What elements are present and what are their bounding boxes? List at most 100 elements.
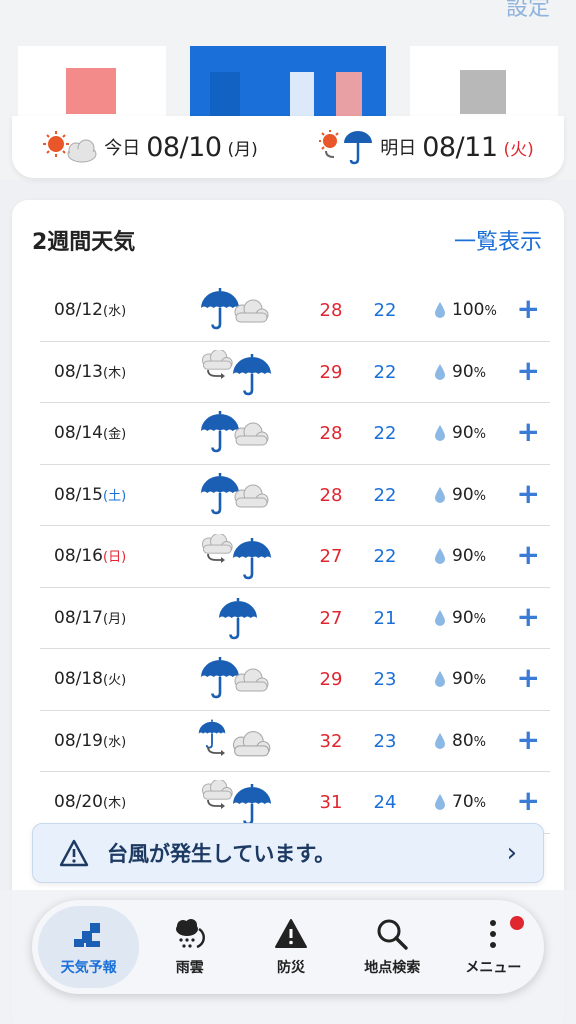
high-temperature: 28 bbox=[319, 423, 343, 444]
forecast-date: 08/19(水) bbox=[54, 731, 126, 751]
expand-plus-icon[interactable]: + bbox=[517, 415, 540, 448]
blurred-card-left bbox=[18, 46, 166, 118]
expand-plus-icon[interactable]: + bbox=[517, 784, 540, 817]
notification-badge bbox=[510, 916, 525, 930]
section-title: 2週間天気 bbox=[32, 230, 136, 255]
high-temperature: 27 bbox=[319, 546, 343, 567]
expand-plus-icon[interactable]: + bbox=[517, 723, 540, 756]
raindrop-icon bbox=[435, 363, 445, 380]
forecast-date: 08/16(日) bbox=[54, 546, 126, 566]
low-temperature: 23 bbox=[373, 669, 397, 690]
high-temperature: 29 bbox=[319, 361, 343, 383]
forecast-date: 08/14(金) bbox=[54, 423, 126, 443]
pop-unit: % bbox=[473, 796, 486, 811]
forecast-row[interactable]: 08/15(土) 28 22 90% + bbox=[40, 465, 550, 526]
expand-plus-icon[interactable]: + bbox=[517, 354, 540, 387]
date-value: 08/15 bbox=[54, 484, 103, 505]
expand-plus-icon[interactable]: + bbox=[517, 600, 540, 633]
date-selector: 今日 08/10 (月) 明日 08/11 (火) bbox=[12, 116, 564, 178]
date-tomorrow[interactable]: 明日 08/11 (火) bbox=[288, 129, 564, 165]
settings-link[interactable]: 設定 bbox=[506, 0, 550, 22]
low-temperature: 21 bbox=[373, 607, 397, 629]
pop-value: 70 bbox=[452, 792, 474, 812]
raindrop-icon bbox=[435, 671, 445, 687]
pop-unit: % bbox=[484, 304, 497, 319]
forecast-date: 08/15(土) bbox=[54, 485, 126, 505]
raindrop-icon bbox=[435, 732, 445, 749]
forecast-row[interactable]: 08/17(月) 27 21 90% + bbox=[40, 588, 550, 649]
list-view-link[interactable]: 一覧表示 bbox=[454, 224, 542, 256]
weekday: (木) bbox=[103, 365, 127, 381]
cloud-then-rain-icon bbox=[202, 349, 271, 395]
precipitation-probability: 90% bbox=[452, 608, 486, 628]
low-temperature: 22 bbox=[373, 423, 397, 444]
precipitation-probability: 90% bbox=[452, 669, 486, 689]
low-temperature: 22 bbox=[373, 300, 397, 321]
high-temperature: 29 bbox=[319, 669, 343, 690]
nav-label: 防災 bbox=[277, 960, 305, 976]
pop-unit: % bbox=[473, 734, 486, 750]
forecast-row[interactable]: 08/19(水) 32 23 80% + bbox=[40, 711, 550, 772]
alert-text: 台風が発生しています。 bbox=[107, 842, 336, 866]
menu-icon bbox=[490, 920, 497, 948]
forecast-row[interactable]: 08/16(日) 27 22 90% + bbox=[40, 526, 550, 588]
pop-value: 100 bbox=[452, 300, 485, 320]
low-temperature: 23 bbox=[373, 730, 397, 752]
nav-weather-forecast[interactable]: 天気予報 bbox=[38, 906, 140, 988]
cloud-then-rain-icon bbox=[202, 534, 271, 580]
expand-plus-icon[interactable]: + bbox=[517, 292, 540, 325]
date-value: 08/19 bbox=[54, 730, 103, 751]
today-weekday: (月) bbox=[227, 139, 258, 160]
nav-location-search[interactable]: 地点検索 bbox=[342, 906, 443, 988]
rain-icon bbox=[219, 597, 257, 639]
weekday: (日) bbox=[103, 550, 127, 565]
forecast-date: 08/20(木) bbox=[54, 792, 126, 812]
date-value: 08/18 bbox=[54, 669, 103, 689]
warning-icon bbox=[59, 839, 89, 867]
date-value: 08/20 bbox=[54, 792, 103, 812]
today-label: 今日 bbox=[104, 138, 141, 159]
tomorrow-weekday: (火) bbox=[503, 139, 534, 160]
raindrop-icon bbox=[435, 486, 445, 503]
pop-value: 90 bbox=[452, 484, 474, 505]
nav-label: メニュー bbox=[465, 960, 522, 976]
raindrop-icon bbox=[435, 425, 445, 441]
date-value: 08/13 bbox=[54, 361, 103, 382]
raindrop-icon bbox=[435, 794, 445, 810]
forecast-row[interactable]: 08/14(金) 28 22 90% + bbox=[40, 403, 550, 465]
warning-icon bbox=[275, 919, 307, 948]
expand-plus-icon[interactable]: + bbox=[517, 477, 540, 510]
weekday: (金) bbox=[103, 427, 127, 442]
low-temperature: 22 bbox=[373, 361, 397, 383]
expand-plus-icon[interactable]: + bbox=[517, 538, 540, 571]
high-temperature: 27 bbox=[319, 607, 343, 629]
nav-label: 雨雲 bbox=[175, 960, 204, 976]
precipitation-probability: 80% bbox=[452, 731, 486, 751]
low-temperature: 24 bbox=[373, 792, 397, 813]
precipitation-probability: 90% bbox=[452, 423, 486, 443]
date-today[interactable]: 今日 08/10 (月) bbox=[12, 130, 288, 164]
expand-plus-icon[interactable]: + bbox=[517, 661, 540, 694]
weekday: (土) bbox=[103, 488, 127, 504]
nav-disaster-prevention[interactable]: 防災 bbox=[240, 906, 341, 988]
high-temperature: 28 bbox=[319, 484, 343, 506]
chevron-right-icon: › bbox=[506, 838, 517, 868]
search-icon bbox=[377, 919, 408, 950]
typhoon-alert-banner[interactable]: 台風が発生しています。 › bbox=[32, 823, 544, 883]
rain-cloud-radar-icon bbox=[175, 919, 205, 949]
forecast-date: 08/13(木) bbox=[54, 362, 126, 382]
low-temperature: 22 bbox=[373, 546, 397, 567]
rain-cloud-icon bbox=[201, 411, 269, 453]
forecast-row[interactable]: 08/12(水) 28 22 100% + bbox=[40, 280, 550, 342]
pop-value: 90 bbox=[452, 607, 474, 628]
precipitation-probability: 90% bbox=[452, 546, 486, 566]
nav-rain-cloud[interactable]: 雨雲 bbox=[139, 906, 240, 988]
precipitation-probability: 100% bbox=[452, 300, 497, 320]
high-temperature: 31 bbox=[319, 792, 343, 813]
nav-menu[interactable]: メニュー bbox=[443, 906, 544, 988]
forecast-row[interactable]: 08/13(木) 29 22 90% + bbox=[40, 342, 550, 403]
nav-label: 地点検索 bbox=[364, 960, 421, 976]
pop-unit: % bbox=[473, 550, 486, 565]
pop-value: 90 bbox=[452, 669, 474, 689]
forecast-row[interactable]: 08/18(火) 29 23 90% + bbox=[40, 649, 550, 711]
